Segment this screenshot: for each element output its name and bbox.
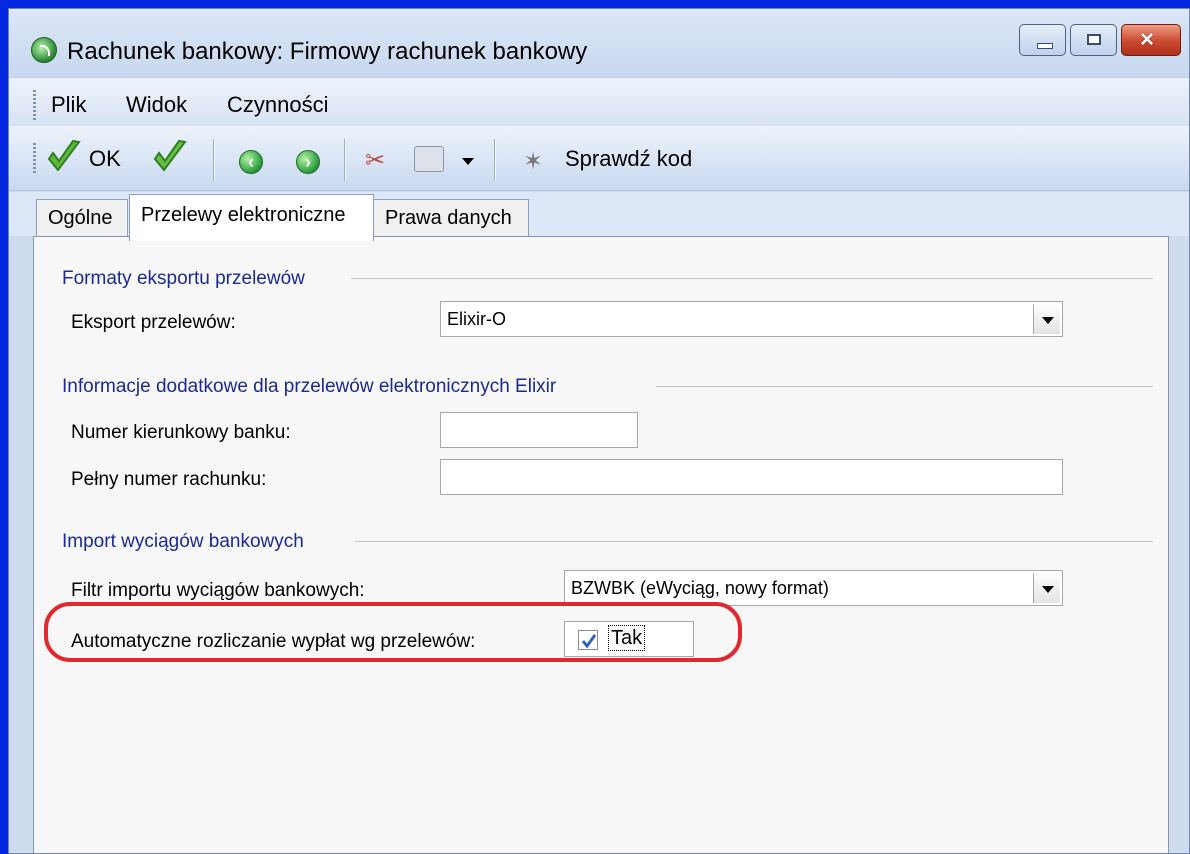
export-transfers-label: Eksport przelewów: xyxy=(71,312,236,333)
menu-view[interactable]: Widok xyxy=(126,92,187,118)
toolbar-grip-icon[interactable] xyxy=(33,143,36,173)
transfer-settings-panel: Formaty eksportu przelewów Eksport przel… xyxy=(33,236,1169,853)
tab-strip: Ogólne Przelewy elektroniczne Prawa dany… xyxy=(9,192,1189,241)
menu-bar: Plik Widok Czynności xyxy=(9,77,1189,127)
app-icon xyxy=(31,37,57,63)
previous-arrow-icon[interactable]: ‹ xyxy=(239,150,263,174)
group-divider xyxy=(351,278,1153,279)
ok-next-check-icon[interactable] xyxy=(153,139,187,177)
menu-file[interactable]: Plik xyxy=(51,92,86,118)
window-title: Rachunek bankowy: Firmowy rachunek banko… xyxy=(67,38,588,65)
statement-filter-label: Filtr importu wyciągów bankowych: xyxy=(71,580,365,601)
bank-code-label: Numer kierunkowy banku: xyxy=(71,422,291,443)
toolbar: OK ‹ › ✂ ✶ Sprawdź kod xyxy=(9,126,1189,191)
close-icon: × xyxy=(1140,26,1155,53)
maximize-button[interactable] xyxy=(1070,24,1117,56)
elixir-info-group: Informacje dodatkowe dla przelewów elekt… xyxy=(62,376,557,397)
tab-data-rights[interactable]: Prawa danych xyxy=(373,199,529,239)
group-divider xyxy=(355,541,1153,542)
dropdown-arrow-icon[interactable] xyxy=(462,158,474,165)
toolbar-separator xyxy=(213,139,215,181)
statement-filter-select[interactable]: BZWBK (eWyciąg, nowy format) xyxy=(564,570,1063,606)
auto-settlement-label: Automatyczne rozliczanie wypłat wg przel… xyxy=(71,631,476,652)
window-controls: × xyxy=(1019,24,1181,58)
chevron-down-icon[interactable] xyxy=(1033,304,1060,334)
menu-grip-icon[interactable] xyxy=(33,90,36,120)
account-number-label: Pełny numer rachunku: xyxy=(71,469,267,490)
minimize-icon xyxy=(1037,43,1053,49)
printer-icon[interactable] xyxy=(414,146,444,172)
export-transfers-value: Elixir-O xyxy=(447,309,506,329)
ok-button[interactable]: OK xyxy=(89,146,121,172)
next-arrow-icon[interactable]: › xyxy=(296,150,320,174)
bank-account-window: Rachunek bankowy: Firmowy rachunek banko… xyxy=(8,8,1190,854)
auto-settlement-field[interactable]: Tak xyxy=(564,621,694,657)
maximize-icon xyxy=(1087,34,1101,45)
export-transfers-select[interactable]: Elixir-O xyxy=(440,301,1063,337)
tools-icon[interactable]: ✂ xyxy=(365,146,385,175)
toolbar-separator xyxy=(494,139,496,181)
auto-settlement-checkbox[interactable] xyxy=(578,630,598,650)
sparkle-check-icon[interactable]: ✶ xyxy=(523,147,543,176)
chevron-down-icon[interactable] xyxy=(1033,573,1060,603)
auto-settlement-value: Tak xyxy=(608,625,646,651)
group-divider xyxy=(656,386,1153,387)
check-code-button[interactable]: Sprawdź kod xyxy=(565,146,692,172)
export-formats-group: Formaty eksportu przelewów xyxy=(62,268,305,289)
title-bar[interactable]: Rachunek bankowy: Firmowy rachunek banko… xyxy=(9,9,1189,77)
account-number-input[interactable] xyxy=(440,459,1063,495)
minimize-button[interactable] xyxy=(1019,24,1066,56)
bank-statement-import-group: Import wyciągów bankowych xyxy=(62,531,304,552)
toolbar-separator xyxy=(344,139,346,181)
bank-code-input[interactable] xyxy=(440,412,638,448)
ok-check-icon[interactable] xyxy=(47,139,81,177)
tab-general[interactable]: Ogólne xyxy=(36,199,128,239)
tab-electronic-transfers[interactable]: Przelewy elektroniczne xyxy=(129,194,374,241)
menu-actions[interactable]: Czynności xyxy=(227,92,328,118)
checkmark-icon xyxy=(581,634,597,649)
statement-filter-value: BZWBK (eWyciąg, nowy format) xyxy=(571,578,829,598)
close-button[interactable]: × xyxy=(1121,24,1181,56)
